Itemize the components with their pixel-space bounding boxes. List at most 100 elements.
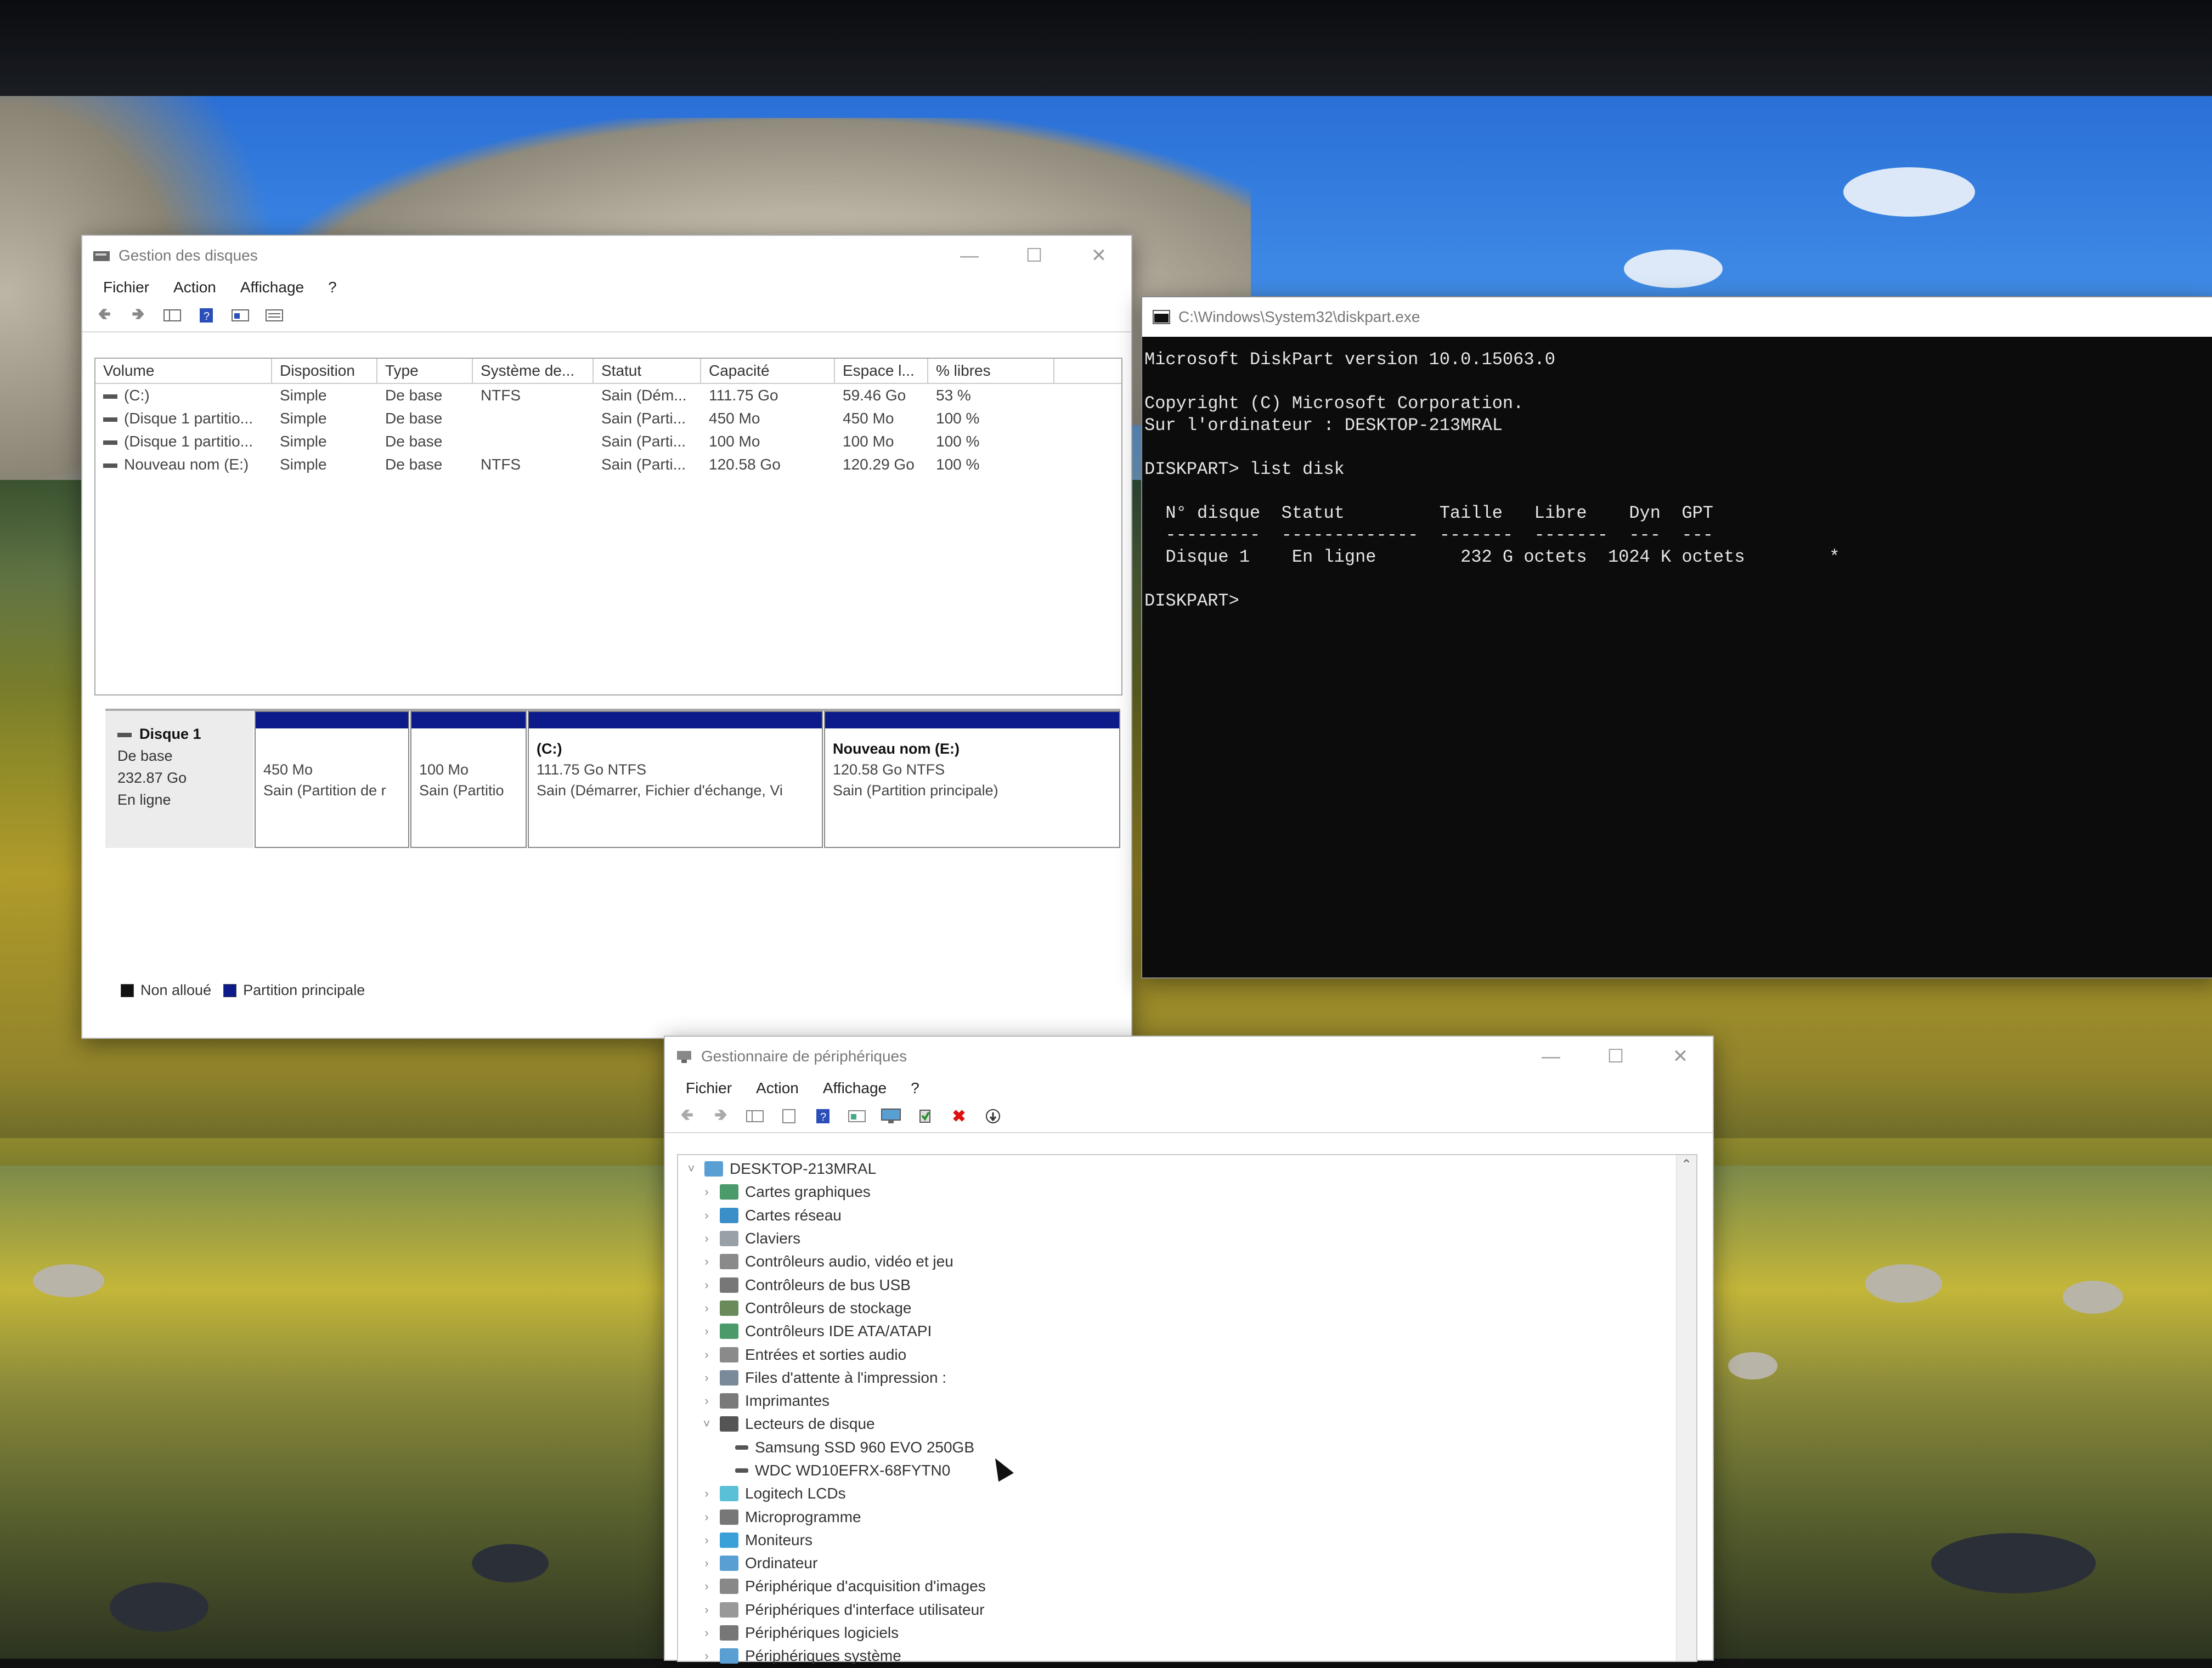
volume-row[interactable]: (C:) Simple De base NTFS Sain (Dém... 111.75 …	[95, 384, 1121, 407]
close-icon[interactable]: ✕	[1648, 1037, 1713, 1076]
uninstall-device-icon[interactable]: ✖	[947, 1104, 971, 1128]
partition-block[interactable]: 100 Mo Sain (Partitio	[410, 711, 527, 848]
back-arrow-icon[interactable]: 🢀	[92, 303, 116, 327]
device-tree-item[interactable]: › Périphériques logiciels	[678, 1621, 1696, 1644]
volume-row[interactable]: Nouveau nom (E:) Simple De base NTFS Sain (P…	[95, 453, 1121, 476]
device-tree-item[interactable]: › Ordinateur	[678, 1552, 1696, 1575]
disk-management-titlebar[interactable]: Gestion des disques — ☐ ✕	[82, 236, 1131, 275]
volume-row[interactable]: (Disque 1 partitio... Simple De base Sain (…	[95, 407, 1121, 430]
chevron-right-icon[interactable]: ›	[699, 1324, 714, 1338]
menu-fichier[interactable]: Fichier	[91, 279, 161, 296]
column-header-type[interactable]: Type	[377, 359, 473, 383]
chevron-right-icon[interactable]: ›	[699, 1486, 714, 1501]
disk-label[interactable]: Disque 1 De base 232.87 Go En ligne	[105, 711, 253, 848]
menu-affichage[interactable]: Affichage	[811, 1079, 899, 1097]
chevron-right-icon[interactable]: ›	[699, 1185, 714, 1199]
column-header-capacity[interactable]: Capacité	[701, 359, 835, 383]
device-tree-item[interactable]: › Contrôleurs IDE ATA/ATAPI	[678, 1320, 1696, 1343]
menu-help[interactable]: ?	[316, 279, 349, 296]
chevron-right-icon[interactable]: ›	[699, 1626, 714, 1640]
device-tree-item[interactable]: ˅ Lecteurs de disque	[678, 1412, 1696, 1435]
chevron-right-icon[interactable]: ›	[699, 1579, 714, 1593]
device-tree-item[interactable]: › Logitech LCDs	[678, 1482, 1696, 1505]
view-list-icon[interactable]	[262, 303, 286, 327]
column-header-volume[interactable]: Volume	[95, 359, 272, 383]
chevron-right-icon[interactable]: ›	[699, 1254, 714, 1269]
console-titlebar[interactable]: C:\Windows\System32\diskpart.exe	[1142, 297, 2212, 337]
chevron-right-icon[interactable]: ›	[699, 1603, 714, 1617]
device-tree-item[interactable]: › Périphériques système	[678, 1644, 1696, 1667]
properties-icon[interactable]	[228, 303, 252, 327]
column-header-disposition[interactable]: Disposition	[272, 359, 377, 383]
device-tree-item[interactable]: › Périphérique d'acquisition d'images	[678, 1575, 1696, 1598]
device-tree-item[interactable]: › Imprimantes	[678, 1389, 1696, 1412]
chevron-right-icon[interactable]: ›	[699, 1348, 714, 1362]
device-tree-item[interactable]: ˅ DESKTOP-213MRAL	[678, 1157, 1696, 1180]
console-tree-icon[interactable]	[743, 1104, 767, 1128]
device-tree-item[interactable]: › Claviers	[678, 1227, 1696, 1250]
volume-row[interactable]: (Disque 1 partitio... Simple De base Sain (…	[95, 430, 1121, 453]
ide-icon	[720, 1324, 738, 1339]
device-tree-item[interactable]: › Contrôleurs de bus USB	[678, 1273, 1696, 1296]
device-tree-item[interactable]: › Entrées et sorties audio	[678, 1343, 1696, 1366]
partition-block[interactable]: Nouveau nom (E:) 120.58 Go NTFS Sain (Part…	[824, 711, 1120, 848]
disposition-cell-text: Simple	[280, 433, 327, 450]
properties-icon[interactable]	[777, 1104, 801, 1128]
maximize-icon[interactable]: ☐	[1583, 1037, 1648, 1076]
back-arrow-icon[interactable]: 🢀	[675, 1104, 699, 1128]
minimize-icon[interactable]: —	[937, 236, 1002, 275]
forward-arrow-icon[interactable]: 🢂	[126, 303, 150, 327]
device-tree-item[interactable]: › Périphériques d'interface utilisateur	[678, 1598, 1696, 1621]
column-header-filesystem[interactable]: Système de...	[473, 359, 594, 383]
chevron-right-icon[interactable]: ›	[699, 1556, 714, 1570]
device-tree-item[interactable]: WDC WD10EFRX-68FYTN0	[678, 1459, 1696, 1482]
chevron-right-icon[interactable]: ›	[699, 1208, 714, 1223]
device-tree-item[interactable]: Samsung SSD 960 EVO 250GB	[678, 1436, 1696, 1459]
vertical-scrollbar[interactable]: ⌃	[1676, 1155, 1696, 1661]
close-icon[interactable]: ✕	[1066, 236, 1131, 275]
console-output[interactable]: Microsoft DiskPart version 10.0.15063.0 C…	[1142, 337, 2212, 612]
column-header-free-space[interactable]: Espace l...	[835, 359, 928, 383]
device-tree-item[interactable]: › Moniteurs	[678, 1529, 1696, 1552]
device-manager-titlebar[interactable]: Gestionnaire de périphériques — ☐ ✕	[665, 1037, 1713, 1076]
chevron-down-icon[interactable]: ˅	[699, 1417, 714, 1431]
chevron-right-icon[interactable]: ›	[699, 1278, 714, 1292]
disable-device-icon[interactable]	[981, 1104, 1005, 1128]
device-tree-item[interactable]: › Cartes réseau	[678, 1204, 1696, 1227]
menu-help[interactable]: ?	[899, 1079, 932, 1097]
forward-arrow-icon[interactable]: 🢂	[709, 1104, 733, 1128]
device-tree-item[interactable]: › Microprogramme	[678, 1505, 1696, 1528]
chevron-right-icon[interactable]: ›	[699, 1533, 714, 1547]
chevron-right-icon[interactable]: ›	[699, 1371, 714, 1385]
chevron-right-icon[interactable]: ›	[699, 1510, 714, 1524]
console-tree-icon[interactable]	[160, 303, 184, 327]
column-header-status[interactable]: Statut	[594, 359, 701, 383]
menu-affichage[interactable]: Affichage	[228, 279, 316, 296]
maximize-icon[interactable]: ☐	[1002, 236, 1066, 275]
partition-block[interactable]: (C:) 111.75 Go NTFS Sain (Démarrer, Fichie…	[528, 711, 823, 848]
menu-fichier[interactable]: Fichier	[674, 1079, 744, 1097]
wallpaper-rock	[2063, 1281, 2123, 1314]
disk-drive-icon	[720, 1416, 738, 1432]
column-header-percent-free[interactable]: % libres	[928, 359, 1054, 383]
chevron-right-icon[interactable]: ›	[699, 1301, 714, 1315]
device-tree-item[interactable]: › Files d'attente à l'impression :	[678, 1366, 1696, 1389]
view-list-icon[interactable]	[845, 1104, 869, 1128]
chevron-right-icon[interactable]: ›	[699, 1649, 714, 1663]
device-tree-item[interactable]: › Cartes graphiques	[678, 1180, 1696, 1203]
device-tree-item[interactable]: › Contrôleurs audio, vidéo et jeu	[678, 1250, 1696, 1273]
chevron-right-icon[interactable]: ›	[699, 1394, 714, 1408]
menu-action[interactable]: Action	[161, 279, 228, 296]
menu-action[interactable]: Action	[744, 1079, 811, 1097]
scan-hardware-icon[interactable]	[879, 1104, 903, 1128]
partition-block[interactable]: 450 Mo Sain (Partition de r	[255, 711, 409, 848]
scroll-up-icon[interactable]: ⌃	[1677, 1155, 1696, 1175]
disk-management-toolbar: 🢀 🢂 ?	[82, 299, 1131, 332]
device-tree-item[interactable]: › Contrôleurs de stockage	[678, 1297, 1696, 1320]
minimize-icon[interactable]: —	[1519, 1037, 1583, 1076]
chevron-down-icon[interactable]: ˅	[684, 1162, 699, 1176]
update-driver-icon[interactable]	[913, 1104, 937, 1128]
help-icon[interactable]: ?	[194, 303, 218, 327]
chevron-right-icon[interactable]: ›	[699, 1231, 714, 1246]
help-icon[interactable]: ?	[811, 1104, 835, 1128]
